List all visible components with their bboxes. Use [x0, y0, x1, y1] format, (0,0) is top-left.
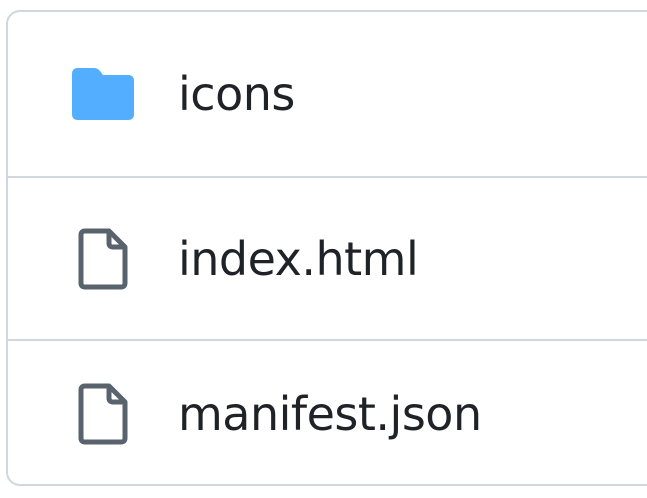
- file-row-icons[interactable]: icons: [8, 12, 647, 176]
- file-row-index-html[interactable]: index.html: [8, 176, 647, 339]
- file-list: icons index.html manifest.json: [6, 10, 647, 486]
- file-row-manifest-json[interactable]: manifest.json: [8, 339, 647, 484]
- file-name[interactable]: icons: [178, 67, 295, 121]
- file-icon: [70, 228, 136, 289]
- file-icon: [70, 383, 136, 445]
- folder-icon: [70, 64, 136, 124]
- file-name[interactable]: index.html: [178, 232, 419, 286]
- file-name[interactable]: manifest.json: [178, 387, 482, 441]
